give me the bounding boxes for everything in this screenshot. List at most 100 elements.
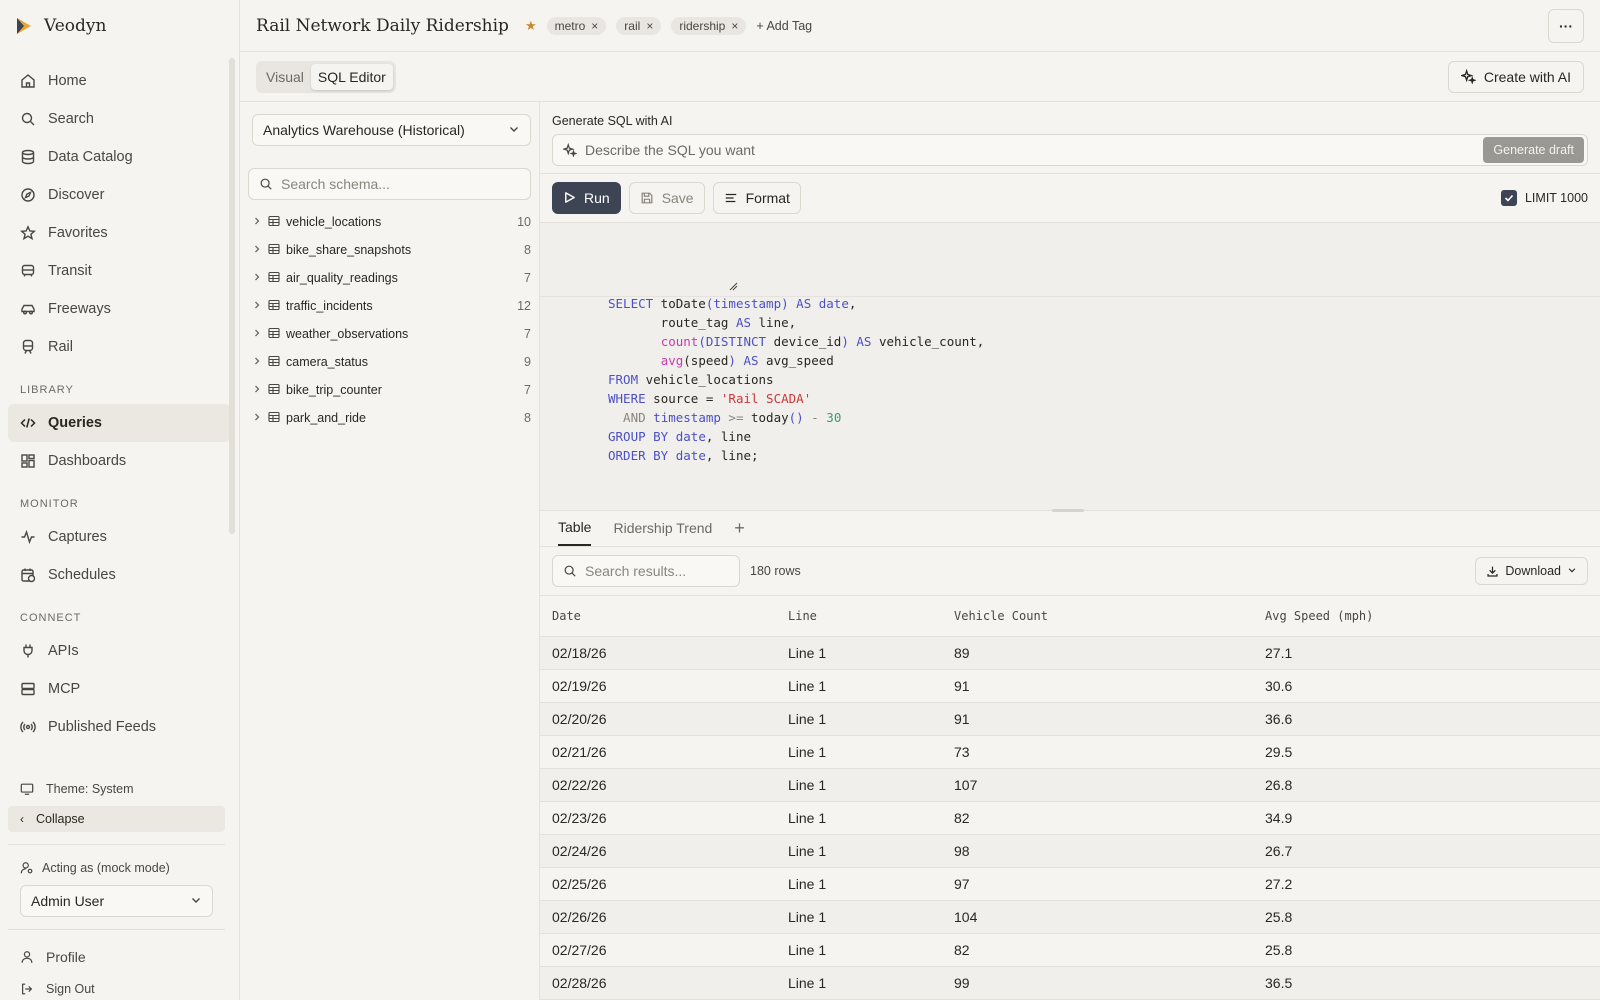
table-cell: Line 1 (776, 966, 942, 1000)
sql-editor[interactable]: SELECT toDate(timestamp) AS date, route_… (540, 223, 1600, 512)
create-with-ai-button[interactable]: Create with AI (1447, 60, 1584, 93)
code-line: ORDER BY date, line; (608, 448, 759, 464)
code-line: FROM vehicle_locations (608, 372, 774, 388)
save-label: Save (661, 189, 694, 206)
tab-ridership-trend[interactable]: Ridership Trend (613, 510, 712, 546)
more-options-button[interactable]: ··· (1548, 8, 1584, 43)
add-tag-button[interactable]: + Add Tag (756, 19, 812, 33)
checkbox-checked-icon[interactable] (1500, 189, 1517, 206)
chevron-right-icon[interactable] (252, 327, 262, 341)
chevron-right-icon[interactable] (252, 383, 262, 397)
generate-label: Generate SQL with AI (552, 114, 673, 128)
column-header[interactable]: Avg Speed (mph) (1253, 596, 1600, 637)
chevron-down-icon (190, 893, 202, 909)
schema-table-traffic_incidents[interactable]: traffic_incidents 12 (252, 292, 531, 320)
schema-search-input[interactable]: Search schema... (248, 168, 531, 200)
table-header-row: Date Line Vehicle Count Avg Speed (mph) (540, 596, 1600, 637)
column-count: 10 (517, 215, 531, 229)
chevron-right-icon[interactable] (252, 355, 262, 369)
activity-icon (21, 529, 35, 545)
logo[interactable]: Veodyn (0, 0, 239, 52)
schema-table-camera_status[interactable]: camera_status 9 (252, 348, 531, 376)
nav-transit[interactable]: Transit (8, 252, 231, 290)
schema-table-weather_observations[interactable]: weather_observations 7 (252, 320, 531, 348)
nav-mcp[interactable]: MCP (8, 670, 231, 708)
nav-search[interactable]: Search (8, 100, 231, 138)
code-line: avg(speed) AS avg_speed (660, 353, 834, 369)
nav-schedules[interactable]: Schedules (8, 556, 231, 594)
nav-label: Schedules (48, 567, 116, 583)
table-icon (268, 383, 280, 398)
chevron-right-icon[interactable] (252, 215, 262, 229)
sign-out-link[interactable]: Sign Out (8, 972, 225, 1000)
nav-queries[interactable]: Queries (8, 404, 231, 442)
favorite-star-icon[interactable]: ★ (525, 18, 537, 34)
play-icon (565, 192, 575, 204)
user-select[interactable]: Admin User (20, 885, 213, 917)
schema-table-bike_trip_counter[interactable]: bike_trip_counter 7 (252, 376, 531, 404)
split-resize-handle[interactable] (1052, 508, 1084, 512)
column-header[interactable]: Vehicle Count (942, 596, 1253, 637)
result-tabs: Table Ridership Trend + (540, 511, 1600, 547)
format-button[interactable]: Format (712, 181, 801, 214)
table-cell: 25.8 (1253, 933, 1600, 967)
column-header[interactable]: Date (540, 596, 776, 637)
generate-draft-button[interactable]: Generate draft (1483, 137, 1584, 163)
run-button[interactable]: Run (552, 181, 621, 214)
star-icon (20, 225, 36, 241)
code-line: route_tag AS line, (608, 315, 797, 331)
chevron-right-icon[interactable] (252, 271, 262, 285)
limit-toggle[interactable]: LIMIT 1000 (1500, 189, 1588, 206)
add-tab-button[interactable]: + (734, 510, 745, 546)
column-header[interactable]: Line (776, 596, 942, 637)
table-row: 02/21/26 Line 1 73 29.5 (540, 735, 1600, 769)
theme-toggle[interactable]: Theme: System (8, 776, 225, 802)
editor-toolbar: Run Save Format LIMIT 1000 (540, 174, 1600, 224)
resize-handle-icon[interactable] (728, 281, 738, 291)
nav-home[interactable]: Home (8, 62, 231, 100)
generate-sql-input[interactable]: Describe the SQL you want Generate draft (552, 134, 1588, 166)
datasource-select[interactable]: Analytics Warehouse (Historical) (252, 114, 531, 146)
schema-table-bike_share_snapshots[interactable]: bike_share_snapshots 8 (252, 236, 531, 264)
chevron-right-icon[interactable] (252, 411, 262, 425)
close-icon[interactable]: × (646, 19, 653, 33)
nav-label: Discover (48, 187, 105, 203)
nav-favorites[interactable]: Favorites (8, 214, 231, 252)
nav-apis[interactable]: APIs (8, 632, 231, 670)
tab-visual[interactable]: Visual (259, 64, 311, 90)
collapse-button[interactable]: ‹ Collapse (8, 806, 225, 832)
content: Analytics Warehouse (Historical) Search … (240, 102, 1600, 1000)
table-cell: 98 (942, 834, 1253, 868)
nav-published-feeds[interactable]: Published Feeds (8, 708, 231, 746)
nav-data-catalog[interactable]: Data Catalog (8, 138, 231, 176)
save-button[interactable]: Save (628, 181, 705, 214)
table-cell: 97 (942, 867, 1253, 901)
plug-icon (23, 644, 33, 658)
schema-table-name: vehicle_locations (286, 215, 382, 229)
close-icon[interactable]: × (731, 19, 738, 33)
close-icon[interactable]: × (591, 19, 598, 33)
nav-dashboards[interactable]: Dashboards (8, 442, 231, 480)
tab-table[interactable]: Table (558, 510, 592, 547)
table-cell: Line 1 (776, 669, 942, 703)
tab-sql-editor[interactable]: SQL Editor (310, 63, 393, 90)
nav-discover[interactable]: Discover (8, 176, 231, 214)
nav-rail[interactable]: Rail (8, 328, 231, 366)
profile-link[interactable]: Profile (8, 942, 225, 972)
nav-label: APIs (48, 643, 79, 659)
chevron-right-icon[interactable] (252, 299, 262, 313)
schema-table-air_quality_readings[interactable]: air_quality_readings 7 (252, 264, 531, 292)
table-cell: 27.2 (1253, 867, 1600, 901)
chevron-right-icon[interactable] (252, 243, 262, 257)
results-search-input[interactable]: Search results... (552, 555, 740, 588)
schema-table-vehicle_locations[interactable]: vehicle_locations 10 (252, 208, 531, 236)
nav-freeways[interactable]: Freeways (8, 290, 231, 328)
schema-panel: Analytics Warehouse (Historical) Search … (240, 102, 540, 1000)
download-button[interactable]: Download (1475, 557, 1588, 586)
profile-label: Profile (46, 949, 86, 965)
nav-captures[interactable]: Captures (8, 518, 231, 556)
table-cell: 02/27/26 (540, 933, 776, 967)
sidebar-scrollbar[interactable] (229, 58, 235, 534)
table-cell: 26.8 (1253, 768, 1600, 802)
schema-table-park_and_ride[interactable]: park_and_ride 8 (252, 404, 531, 432)
